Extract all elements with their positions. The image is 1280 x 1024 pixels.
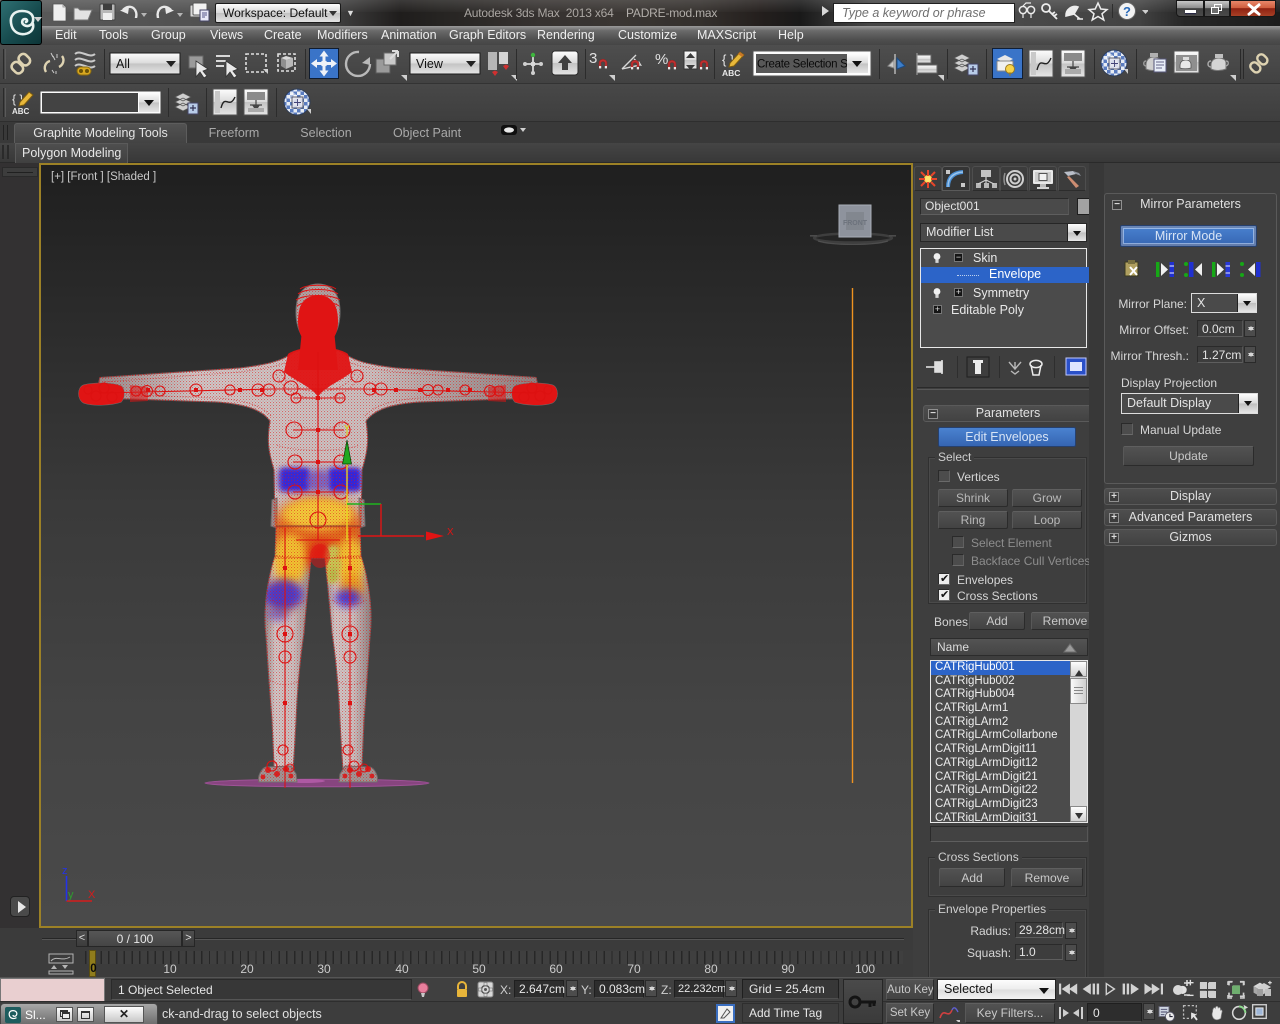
svg-text:y: y <box>68 889 74 901</box>
svg-text:FRONT: FRONT <box>843 220 868 227</box>
svg-text:?: ? <box>1123 4 1131 19</box>
svg-text:z: z <box>62 865 68 877</box>
svg-text:View: View <box>416 57 444 71</box>
svg-text:3: 3 <box>589 50 597 67</box>
svg-text:%: % <box>655 51 668 68</box>
svg-text:X: X <box>88 889 96 901</box>
svg-text:Create Selection Se: Create Selection Se <box>757 59 854 71</box>
svg-text:ABC: ABC <box>722 68 740 78</box>
svg-text:All: All <box>116 57 130 71</box>
svg-text:ABC: ABC <box>12 107 30 116</box>
svg-text:X: X <box>447 527 454 538</box>
